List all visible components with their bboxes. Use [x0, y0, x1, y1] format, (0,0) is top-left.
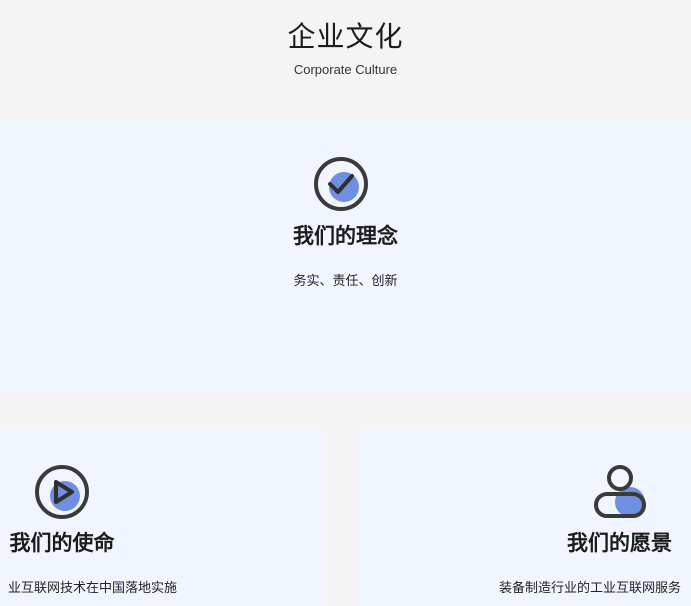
vision-title: 我们的愿景 — [567, 531, 672, 555]
section-subtitle: Corporate Culture — [293, 62, 398, 77]
mission-title: 我们的使命 — [9, 531, 115, 555]
mission-card: 我们的使命 业互联网技术在中国落地实施 — [0, 430, 324, 606]
user-icon — [594, 465, 646, 518]
corporate-culture-page: 企业文化 Corporate Culture 我们的理念 务实、责任、创新 我们… — [0, 0, 691, 606]
vision-card: 我们的愿景 装备制造行业的工业互联网服务 — [360, 430, 691, 606]
play-circle-icon — [35, 465, 89, 519]
mission-text: 业互联网技术在中国落地实施 — [7, 581, 177, 596]
section-header: 企业文化 Corporate Culture — [0, 0, 691, 122]
philosophy-title: 我们的理念 — [293, 224, 398, 248]
philosophy-card: 我们的理念 务实、责任、创新 — [0, 122, 691, 392]
section-title: 企业文化 — [287, 20, 404, 53]
vision-text: 装备制造行业的工业互联网服务 — [499, 581, 682, 596]
philosophy-text: 务实、责任、创新 — [293, 274, 398, 289]
check-circle-icon — [314, 157, 368, 211]
